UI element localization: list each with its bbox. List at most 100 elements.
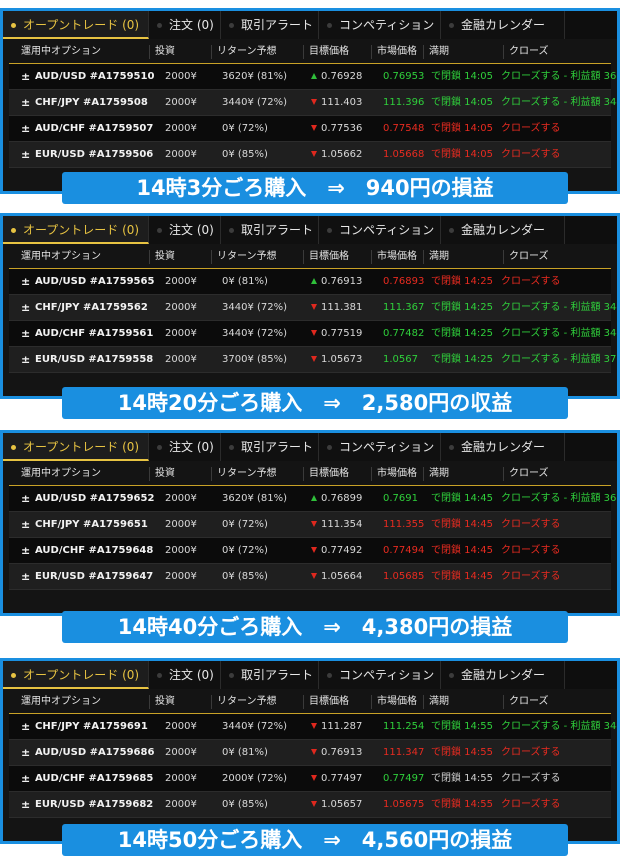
tab-trade-alerts[interactable]: 取引アラート <box>221 433 319 461</box>
market-price-value: 1.0567 <box>383 354 418 365</box>
expand-toggle-icon[interactable]: ± <box>21 347 30 372</box>
tab-open-trades[interactable]: オープントレード (0) <box>3 661 149 689</box>
close-button[interactable]: クローズする - 利益額 3440¥ <box>501 90 617 115</box>
expand-toggle-icon[interactable]: ± <box>21 792 30 817</box>
expiry-value: で閉鎖 14:05 <box>431 149 493 160</box>
tab-label: コンペティション <box>339 668 435 682</box>
expand-toggle-icon[interactable]: ± <box>21 142 30 167</box>
close-button[interactable]: クローズする <box>501 766 561 791</box>
arrow-down-icon <box>311 775 317 781</box>
header-divider <box>423 467 424 481</box>
arrow-down-icon <box>311 723 317 729</box>
result-banner: 14時20分ごろ購入 ⇒ 2,580円の収益 <box>62 387 568 419</box>
tab-competition[interactable]: コンペティション <box>319 433 441 461</box>
close-button[interactable]: クローズする <box>501 564 561 589</box>
expand-toggle-icon[interactable]: ± <box>21 321 30 346</box>
arrow-down-icon <box>311 547 317 553</box>
close-button[interactable]: クローズする - 利益額 3440¥ <box>501 295 617 320</box>
close-button[interactable]: クローズする <box>501 792 561 817</box>
expiry-value: で閉鎖 14:25 <box>431 328 493 339</box>
tab-open-trades[interactable]: オープントレード (0) <box>3 433 149 461</box>
arrow-down-icon <box>311 151 317 157</box>
option-name: AUD/CHF #A1759561 <box>35 328 154 339</box>
target-price: 0.77519 <box>311 321 362 346</box>
market-price-value: 1.05685 <box>383 571 425 582</box>
close-button[interactable]: クローズする - 利益額 3700¥ <box>501 347 617 372</box>
arrow-down-icon <box>311 801 317 807</box>
tab-label: 注文 (0) <box>169 18 214 32</box>
target-price: 0.77492 <box>311 538 362 563</box>
expand-toggle-icon[interactable]: ± <box>21 538 30 563</box>
header-divider <box>423 250 424 264</box>
close-button[interactable]: クローズする - 利益額 3440¥ <box>501 714 617 739</box>
tab-label: 取引アラート <box>241 18 314 32</box>
close-button[interactable]: クローズする - 利益額 3620¥ <box>501 486 617 511</box>
expand-toggle-icon[interactable]: ± <box>21 766 30 791</box>
tab-dot-icon <box>449 228 454 233</box>
option-name: CHF/JPY #A1759562 <box>35 302 148 313</box>
expand-toggle-icon[interactable]: ± <box>21 90 30 115</box>
expand-toggle-icon[interactable]: ± <box>21 295 30 320</box>
header-divider <box>149 45 150 59</box>
close-button[interactable]: クローズする <box>501 142 561 167</box>
col-expiry-header: 満期 <box>429 251 449 262</box>
target-price: 1.05673 <box>311 347 362 372</box>
tab-competition[interactable]: コンペティション <box>319 11 441 39</box>
expand-toggle-icon[interactable]: ± <box>21 564 30 589</box>
market-price-value: 0.76893 <box>383 276 425 287</box>
tab-bar: オープントレード (0) 注文 (0) 取引アラート コンペティション 金融カレンダー <box>3 433 617 461</box>
target-price: 0.77497 <box>311 766 362 791</box>
market-price-value: 0.7691 <box>383 493 418 504</box>
tab-financial-calendar[interactable]: 金融カレンダー <box>441 11 565 39</box>
tab-financial-calendar[interactable]: 金融カレンダー <box>441 216 565 244</box>
tab-competition[interactable]: コンペティション <box>319 661 441 689</box>
tab-financial-calendar[interactable]: 金融カレンダー <box>441 661 565 689</box>
col-close-header: クローズ <box>509 468 549 479</box>
expand-toggle-icon[interactable]: ± <box>21 269 30 294</box>
market-price-value: 1.05675 <box>383 799 425 810</box>
investment-value: 2000¥ <box>165 721 197 732</box>
expiry-value: で閉鎖 14:05 <box>431 71 493 82</box>
arrow-down-icon <box>311 749 317 755</box>
close-button[interactable]: クローズする <box>501 512 561 537</box>
market-price-value: 111.396 <box>383 97 425 108</box>
tab-financial-calendar[interactable]: 金融カレンダー <box>441 433 565 461</box>
tab-open-trades[interactable]: オープントレード (0) <box>3 216 149 244</box>
header-divider <box>503 467 504 481</box>
tab-orders[interactable]: 注文 (0) <box>149 661 221 689</box>
arrow-down-icon <box>311 573 317 579</box>
close-button[interactable]: クローズする <box>501 116 561 141</box>
investment-value: 2000¥ <box>165 302 197 313</box>
tab-orders[interactable]: 注文 (0) <box>149 216 221 244</box>
col-target-price-header: 目標価格 <box>309 468 349 479</box>
close-button[interactable]: クローズする - 利益額 3440¥ <box>501 321 617 346</box>
tab-trade-alerts[interactable]: 取引アラート <box>221 216 319 244</box>
tab-trade-alerts[interactable]: 取引アラート <box>221 661 319 689</box>
expand-toggle-icon[interactable]: ± <box>21 714 30 739</box>
tab-label: オープントレード (0) <box>23 668 140 682</box>
close-button[interactable]: クローズする - 利益額 3620¥ <box>501 64 617 89</box>
expected-return-value: 0¥ (72%) <box>222 123 268 134</box>
tab-orders[interactable]: 注文 (0) <box>149 11 221 39</box>
close-button[interactable]: クローズする <box>501 538 561 563</box>
col-expected-return-header: リターン予想 <box>217 46 277 57</box>
expand-toggle-icon[interactable]: ± <box>21 64 30 89</box>
tab-dot-icon <box>449 445 454 450</box>
close-button[interactable]: クローズする <box>501 740 561 765</box>
close-button[interactable]: クローズする <box>501 269 561 294</box>
col-target-price-header: 目標価格 <box>309 251 349 262</box>
col-investment-header: 投資 <box>155 251 175 262</box>
tab-open-trades[interactable]: オープントレード (0) <box>3 11 149 39</box>
tab-orders[interactable]: 注文 (0) <box>149 433 221 461</box>
tab-trade-alerts[interactable]: 取引アラート <box>221 11 319 39</box>
target-price-value: 1.05657 <box>321 799 363 810</box>
table-row: ± CHF/JPY #A1759562 2000¥ 3440¥ (72%) 111.38… <box>9 295 617 321</box>
tab-competition[interactable]: コンペティション <box>319 216 441 244</box>
expand-toggle-icon[interactable]: ± <box>21 512 30 537</box>
expand-toggle-icon[interactable]: ± <box>21 486 30 511</box>
expiry-value: で閉鎖 14:45 <box>431 519 493 530</box>
expand-toggle-icon[interactable]: ± <box>21 740 30 765</box>
col-investment-header: 投資 <box>155 46 175 57</box>
table-row: ± AUD/CHF #A1759507 2000¥ 0¥ (72%) 0.77536 0.… <box>9 116 611 142</box>
expand-toggle-icon[interactable]: ± <box>21 116 30 141</box>
